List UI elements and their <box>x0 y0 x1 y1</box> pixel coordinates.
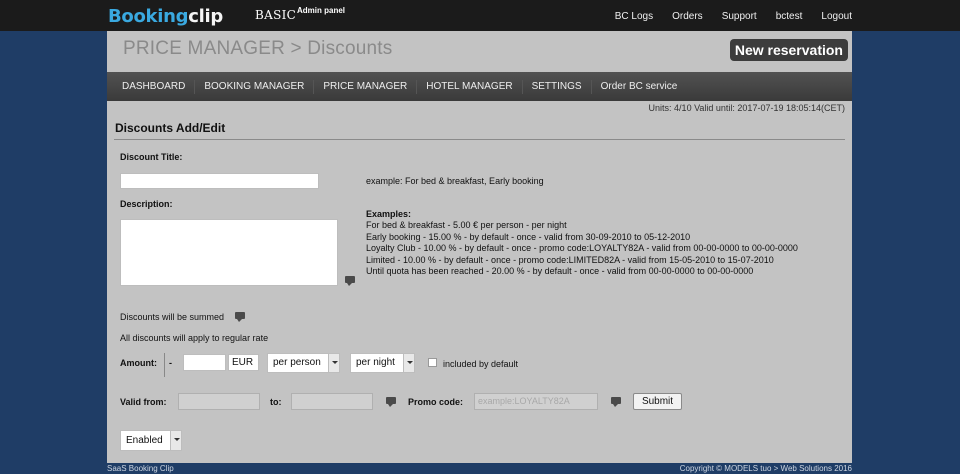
chevron-down-icon <box>170 431 181 450</box>
example-line: Limited - 10.00 % - by default - once - … <box>366 254 774 265</box>
example-line: For bed & breakfast - 5.00 € per person … <box>366 220 567 230</box>
amount-input[interactable] <box>183 354 226 371</box>
valid-from-input[interactable] <box>178 393 260 410</box>
per-night-select[interactable]: per night <box>350 353 415 373</box>
discount-title-label: Discount Title: <box>120 152 183 162</box>
example-line: Until quota has been reached - 20.00 % -… <box>366 266 754 276</box>
top-bar: Bookingclip BASIC Admin panel BC Logs Or… <box>0 0 960 31</box>
currency-field: EUR <box>228 354 259 371</box>
edition-label: BASIC <box>255 8 297 22</box>
nav-support[interactable]: Support <box>722 11 757 22</box>
footer-copyright: Copyright © MODELS tuo > Web Solutions 2… <box>679 464 852 473</box>
amount-label: Amount: <box>120 358 157 368</box>
logo-part-booking: Booking <box>108 6 189 27</box>
valid-dates-help-icon[interactable] <box>386 397 396 407</box>
main-menu: DASHBOARD BOOKING MANAGER PRICE MANAGER … <box>107 72 852 101</box>
menu-booking-manager[interactable]: BOOKING MANAGER <box>195 79 315 94</box>
section-divider <box>114 139 845 140</box>
menu-dashboard[interactable]: DASHBOARD <box>113 79 196 94</box>
units-validity: Units: 4/10 Valid until: 2017-07-19 18:0… <box>648 103 845 113</box>
examples-list: For bed & breakfast - 5.00 € per person … <box>366 220 798 278</box>
promo-code-input[interactable]: example:LOYALTY82A <box>474 393 598 410</box>
admin-panel-label: Admin panel <box>297 6 346 15</box>
menu-settings[interactable]: SETTINGS <box>523 79 592 94</box>
per-person-select[interactable]: per person <box>267 353 340 373</box>
section-title: Discounts Add/Edit <box>115 121 226 135</box>
page-title: PRICE MANAGER > Discounts <box>123 38 393 59</box>
nav-orders[interactable]: Orders <box>672 11 703 22</box>
included-by-default-checkbox[interactable] <box>428 358 437 367</box>
main-panel: PRICE MANAGER > Discounts New reservatio… <box>107 31 852 463</box>
promo-code-label: Promo code: <box>408 397 464 407</box>
menu-order-bc-service[interactable]: Order BC service <box>592 80 687 94</box>
description-textarea[interactable] <box>120 219 338 286</box>
description-label: Description: <box>120 199 173 209</box>
chevron-down-icon <box>328 354 339 372</box>
example-line: Loyalty Club - 10.00 % - by default - on… <box>366 243 798 253</box>
new-reservation-button[interactable]: New reservation <box>729 39 848 61</box>
footer-left-text: SaaS Booking Clip <box>107 464 174 473</box>
description-help-icon[interactable] <box>345 276 355 286</box>
bookingclip-logo[interactable]: Bookingclip <box>108 6 223 27</box>
valid-to-label: to: <box>270 397 282 407</box>
menu-price-manager[interactable]: PRICE MANAGER <box>314 79 418 94</box>
per-night-value: per night <box>356 357 395 368</box>
amount-sign: - <box>169 358 172 368</box>
footer: SaaS Booking Clip Copyright © MODELS tuo… <box>0 463 960 474</box>
nav-bc-logs[interactable]: BC Logs <box>615 11 653 22</box>
discount-title-input[interactable] <box>120 173 319 189</box>
example-line: Early booking - 15.00 % - by default - o… <box>366 231 691 242</box>
promo-code-help-icon[interactable] <box>611 397 621 407</box>
valid-from-label: Valid from: <box>120 397 167 407</box>
logo-part-clip: clip <box>188 6 223 27</box>
chevron-down-icon <box>403 354 414 372</box>
discounts-summed-text: Discounts will be summed <box>120 312 225 322</box>
regular-rate-text: All discounts will apply to regular rate <box>120 333 269 343</box>
per-person-value: per person <box>273 357 321 368</box>
status-value: Enabled <box>126 435 163 446</box>
nav-logout[interactable]: Logout <box>821 11 852 22</box>
amount-separator <box>164 353 165 377</box>
included-by-default-label: included by default <box>443 359 519 369</box>
status-select[interactable]: Enabled <box>120 430 182 451</box>
valid-to-input[interactable] <box>291 393 373 410</box>
menu-hotel-manager[interactable]: HOTEL MANAGER <box>417 79 523 94</box>
title-example-hint: example: For bed & breakfast, Early book… <box>366 176 544 186</box>
summed-help-icon[interactable] <box>235 312 245 322</box>
top-nav: BC Logs Orders Support bctest Logout <box>615 11 852 22</box>
examples-heading: Examples: <box>366 209 412 219</box>
submit-button[interactable]: Submit <box>633 393 682 410</box>
nav-user[interactable]: bctest <box>776 11 803 22</box>
